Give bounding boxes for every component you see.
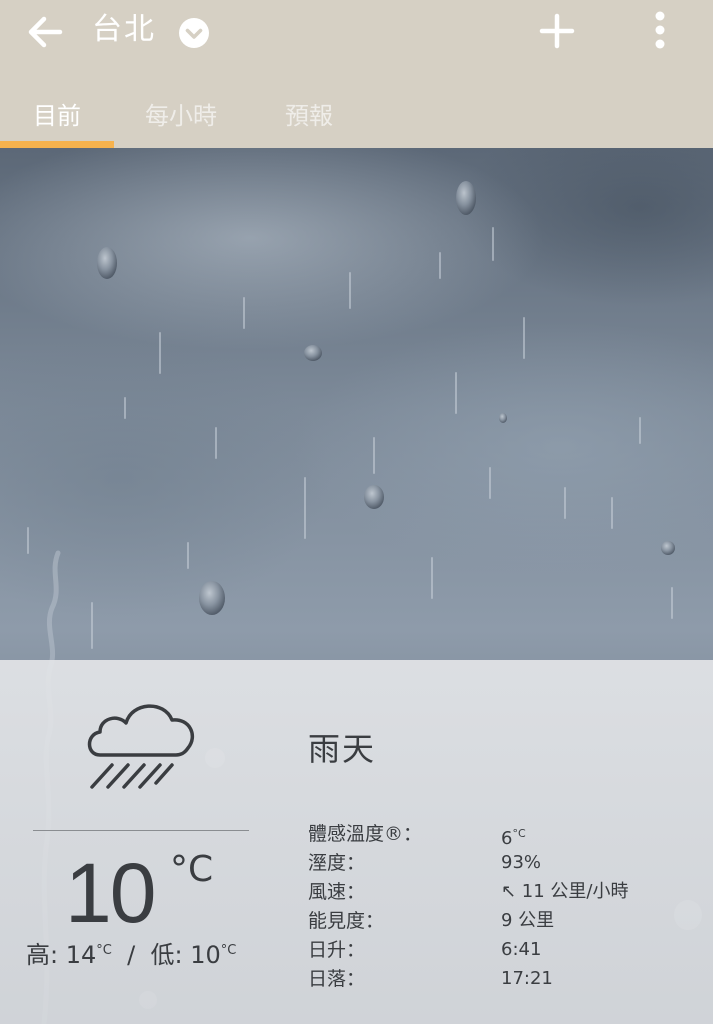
- humidity-label: 溼度：: [308, 852, 366, 874]
- add-city-button[interactable]: [536, 10, 578, 52]
- feels-like-number: 6: [501, 828, 513, 849]
- weather-app: 台北 目前 每小時 預報 10 °C 高: 14°C / 低: 10°C 雨天 …: [0, 0, 713, 1024]
- sunrise-value: 6:41: [501, 939, 542, 960]
- humidity-value: 93%: [501, 852, 542, 873]
- wind-speed-label: 風速：: [308, 881, 366, 903]
- high-low-temperature: 高: 14°C / 低: 10°C: [26, 934, 236, 972]
- current-temperature: 10: [65, 846, 156, 940]
- weather-condition: 雨天: [308, 730, 377, 768]
- sunset-label: 日落：: [308, 968, 366, 990]
- rain-cloud-icon: [80, 690, 205, 795]
- arrow-back-icon: [28, 16, 63, 48]
- more-options-button[interactable]: [644, 8, 676, 54]
- tab-hourly[interactable]: 每小時: [145, 98, 217, 134]
- back-button[interactable]: [22, 10, 70, 54]
- tab-indicator: [0, 141, 114, 148]
- more-vert-icon: [655, 11, 665, 49]
- panel-divider: [33, 830, 249, 831]
- sunset-value: 17:21: [501, 968, 553, 989]
- chevron-down-circle-icon: [179, 18, 209, 48]
- high-value: 14: [65, 941, 97, 969]
- low-value: 10: [190, 941, 221, 969]
- high-label: 高:: [26, 941, 59, 969]
- top-app-bar: 台北 目前 每小時 預報: [0, 0, 713, 148]
- low-unit: °C: [220, 943, 237, 958]
- sunrise-label: 日升：: [308, 939, 366, 961]
- tab-current[interactable]: 目前: [33, 98, 81, 134]
- feels-like-label: 體感溫度®：: [308, 823, 423, 845]
- wind-speed-value: ↖ 11 公里/小時: [501, 881, 629, 902]
- plus-icon: [539, 13, 575, 49]
- high-unit: °C: [96, 943, 112, 958]
- visibility-label: 能見度：: [308, 910, 385, 932]
- city-name[interactable]: 台北: [92, 8, 156, 52]
- high-low-separator: /: [127, 941, 136, 969]
- low-label: 低:: [150, 941, 183, 969]
- visibility-value: 9 公里: [501, 910, 555, 931]
- city-dropdown-button[interactable]: [178, 17, 210, 49]
- temperature-unit: °C: [170, 849, 214, 890]
- current-conditions-panel: 10 °C 高: 14°C / 低: 10°C 雨天 體感溫度®： 6°C 溼度…: [0, 660, 713, 1024]
- tab-forecast[interactable]: 預報: [285, 98, 333, 134]
- feels-like-unit: °C: [512, 827, 526, 840]
